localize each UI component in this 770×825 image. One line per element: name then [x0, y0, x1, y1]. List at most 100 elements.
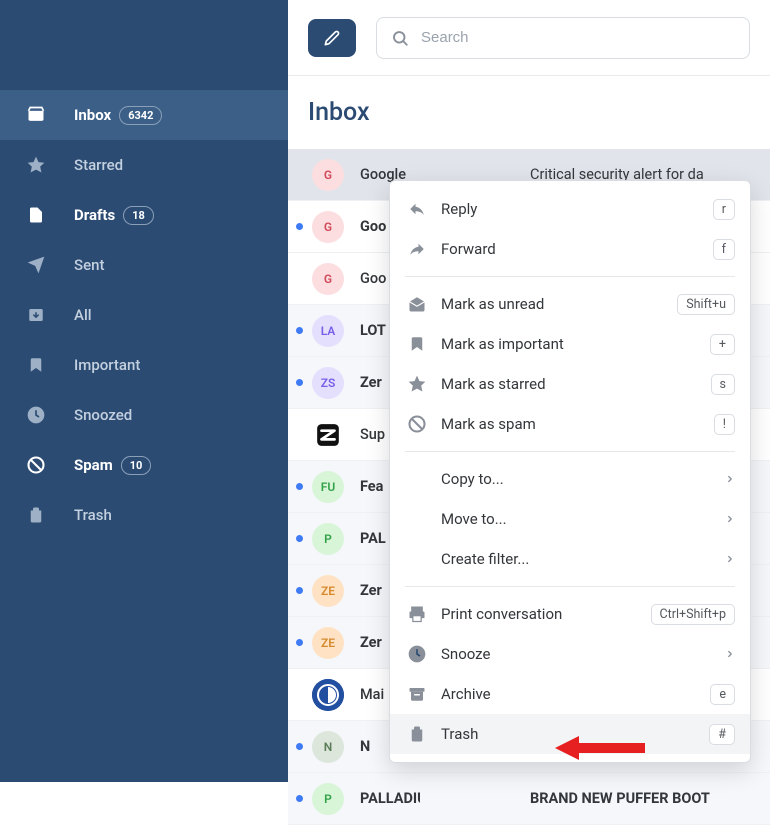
sidebar-item-important[interactable]: Important — [0, 340, 288, 390]
chevron-right-icon — [725, 552, 735, 566]
menu-shortcut: ! — [714, 414, 735, 435]
avatar: ZS — [312, 367, 344, 399]
sidebar-item-label: Snoozed — [74, 406, 132, 424]
search-input[interactable] — [421, 29, 735, 46]
menu-shortcut: + — [710, 334, 735, 355]
unread-dot-icon — [296, 483, 303, 490]
menu-shortcut: f — [713, 239, 735, 260]
email-sender: PALLADIUM — [360, 790, 420, 807]
star-icon — [25, 154, 47, 176]
page-title: Inbox — [288, 76, 770, 149]
avatar: G — [312, 159, 344, 191]
menu-separator — [405, 586, 735, 587]
sidebar-item-inbox[interactable]: Inbox6342 — [0, 90, 288, 140]
avatar — [312, 679, 344, 711]
avatar: P — [312, 783, 344, 815]
chevron-right-icon — [725, 647, 735, 661]
menu-item-mark-as-important[interactable]: Mark as important+ — [390, 324, 750, 364]
menu-item-label: Reply — [441, 200, 713, 218]
compose-button[interactable] — [308, 19, 356, 57]
search-input-container[interactable] — [376, 17, 750, 59]
sidebar-item-sent[interactable]: Sent — [0, 240, 288, 290]
menu-separator — [405, 451, 735, 452]
print-icon — [405, 602, 429, 626]
menu-item-forward[interactable]: Forwardf — [390, 229, 750, 269]
sidebar-item-trash[interactable]: Trash — [0, 490, 288, 540]
trash-icon — [25, 504, 47, 526]
mail-open-icon — [405, 292, 429, 316]
sidebar-item-label: Trash — [74, 506, 112, 524]
avatar: G — [312, 211, 344, 243]
unread-dot-icon — [296, 639, 303, 646]
trash-icon — [405, 722, 429, 746]
menu-separator — [405, 276, 735, 277]
avatar: P — [312, 523, 344, 555]
menu-item-mark-as-starred[interactable]: Mark as starreds — [390, 364, 750, 404]
menu-shortcut: Shift+u — [677, 294, 735, 315]
sidebar-item-label: Important — [74, 356, 140, 374]
inbox-icon — [25, 104, 47, 126]
unread-dot-icon — [296, 587, 303, 594]
clock-icon — [405, 642, 429, 666]
file-icon — [25, 204, 47, 226]
menu-item-mark-as-unread[interactable]: Mark as unreadShift+u — [390, 284, 750, 324]
archive-icon — [405, 682, 429, 706]
avatar — [312, 419, 344, 451]
sidebar-item-all[interactable]: All — [0, 290, 288, 340]
unread-dot-icon — [296, 327, 303, 334]
bookmark-icon — [405, 332, 429, 356]
bookmark-icon — [25, 354, 47, 376]
unread-dot-icon — [296, 743, 303, 750]
sidebar-item-label: Drafts — [74, 206, 115, 224]
menu-item-label: Copy to... — [441, 470, 725, 488]
menu-item-snooze[interactable]: Snooze — [390, 634, 750, 674]
sidebar-item-starred[interactable]: Starred — [0, 140, 288, 190]
sidebar-item-drafts[interactable]: Drafts 18 — [0, 190, 288, 240]
sidebar-item-label: Starred — [74, 156, 123, 174]
menu-shortcut: e — [710, 684, 735, 705]
sidebar-item-snoozed[interactable]: Snoozed — [0, 390, 288, 440]
avatar: ZE — [312, 627, 344, 659]
clock-icon — [25, 404, 47, 426]
pencil-icon — [324, 30, 340, 46]
header — [288, 0, 770, 76]
menu-item-print-conversation[interactable]: Print conversationCtrl+Shift+p — [390, 594, 750, 634]
chevron-right-icon — [725, 472, 735, 486]
unread-dot-icon — [296, 223, 303, 230]
sidebar: Inbox6342 Starred Drafts 18 Sent All Important… — [0, 0, 288, 782]
menu-item-mark-as-spam[interactable]: Mark as spam! — [390, 404, 750, 444]
unread-dot-icon — [296, 535, 303, 542]
menu-item-copy-to[interactable]: Copy to... — [390, 459, 750, 499]
avatar: N — [312, 731, 344, 763]
context-menu: ReplyrForwardfMark as unreadShift+uMark … — [389, 180, 751, 763]
menu-item-label: Create filter... — [441, 550, 725, 568]
menu-item-archive[interactable]: Archivee — [390, 674, 750, 714]
menu-item-label: Mark as unread — [441, 295, 677, 313]
forward-icon — [405, 237, 429, 261]
menu-item-create-filter[interactable]: Create filter... — [390, 539, 750, 579]
unread-dot-icon — [296, 795, 303, 802]
sidebar-badge: 18 — [123, 206, 154, 225]
menu-item-label: Snooze — [441, 645, 725, 663]
sidebar-item-label: Inbox — [74, 106, 111, 124]
menu-item-label: Forward — [441, 240, 713, 258]
ban-icon — [405, 412, 429, 436]
avatar: FU — [312, 471, 344, 503]
avatar: G — [312, 263, 344, 295]
menu-shortcut: Ctrl+Shift+p — [651, 604, 736, 625]
reply-icon — [405, 197, 429, 221]
search-icon — [391, 29, 409, 47]
sidebar-item-label: Sent — [74, 256, 104, 274]
menu-item-move-to[interactable]: Move to... — [390, 499, 750, 539]
menu-shortcut: r — [713, 199, 735, 220]
menu-item-trash[interactable]: Trash# — [390, 714, 750, 754]
menu-item-label: Mark as starred — [441, 375, 711, 393]
sidebar-item-spam[interactable]: Spam10 — [0, 440, 288, 490]
menu-item-label: Move to... — [441, 510, 725, 528]
sidebar-item-label: All — [74, 306, 92, 324]
sidebar-item-label: Spam — [74, 456, 113, 474]
ban-icon — [25, 454, 47, 476]
menu-item-reply[interactable]: Replyr — [390, 189, 750, 229]
menu-item-label: Archive — [441, 685, 710, 703]
email-row[interactable]: PPALLADIUMBRAND NEW PUFFER BOOT — [288, 773, 770, 825]
